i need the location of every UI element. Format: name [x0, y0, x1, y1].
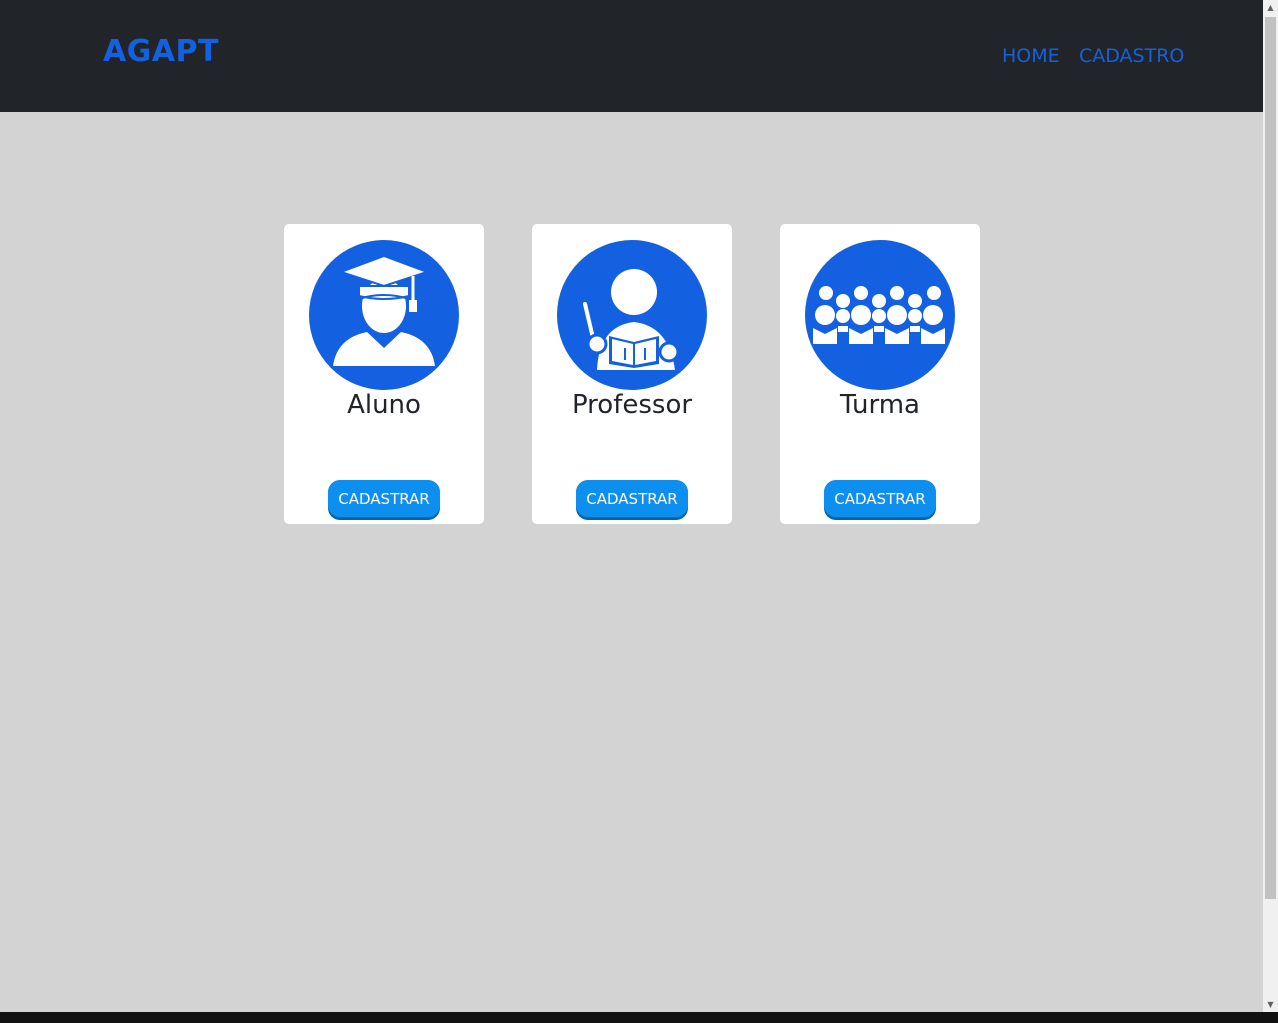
scroll-down-arrow-icon[interactable]: ▼: [1263, 997, 1278, 1012]
card-title-turma: Turma: [840, 390, 920, 420]
scrollbar-thumb[interactable]: [1265, 17, 1276, 899]
card-aluno: Aluno CADASTRAR: [284, 224, 484, 524]
brand-logo[interactable]: AGAPT: [103, 34, 219, 69]
card-title-professor: Professor: [571, 390, 693, 420]
navbar: AGAPT HOME CADASTRO: [0, 0, 1263, 112]
graduate-student-icon: [309, 240, 459, 390]
nav-link-home[interactable]: HOME: [1002, 45, 1060, 67]
cadastrar-professor-button[interactable]: CADASTRAR: [576, 480, 688, 518]
cadastrar-aluno-button[interactable]: CADASTRAR: [328, 480, 440, 518]
card-professor: Professor CADASTRAR: [532, 224, 732, 524]
class-group-icon: [805, 240, 955, 390]
bottom-strip: [0, 1012, 1278, 1023]
teacher-reading-icon: [557, 240, 707, 390]
card-title-aluno: Aluno: [347, 390, 421, 420]
card-turma: Turma CADASTRAR: [780, 224, 980, 524]
scroll-up-arrow-icon[interactable]: ▲: [1263, 0, 1278, 15]
nav-link-cadastro[interactable]: CADASTRO: [1079, 45, 1184, 67]
cadastrar-turma-button[interactable]: CADASTRAR: [824, 480, 936, 518]
